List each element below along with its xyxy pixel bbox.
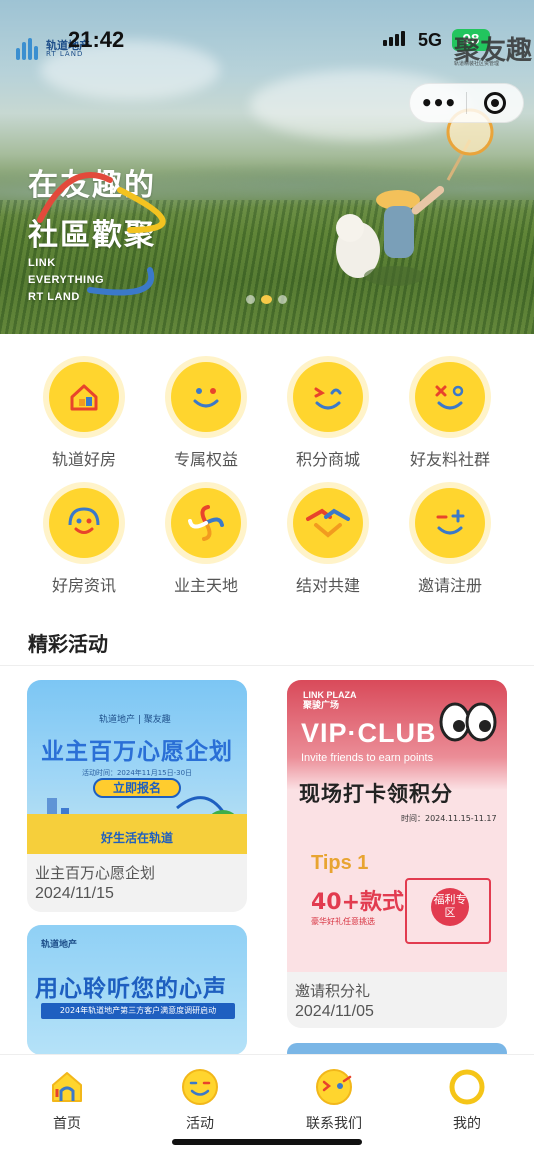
activity-title: 业主百万心愿企划	[35, 864, 156, 882]
signal-icon	[383, 31, 405, 46]
cross-eyes-face-icon	[415, 362, 485, 432]
poster-count: 40+款式	[311, 890, 405, 915]
poster-dates: 活动时间：2024年11月15日-30日	[81, 769, 193, 777]
poster-headline: 业主百万心愿企划	[41, 739, 233, 765]
menu-item-pair-build[interactable]: 结对共建	[261, 488, 395, 596]
home-indicator	[172, 1139, 362, 1145]
menu-item-house-news[interactable]: 好房资讯	[17, 488, 151, 596]
poster-headline: 现场打卡领积分	[299, 782, 453, 806]
activity-poster: 轨道地产 | 聚友趣 业主百万心愿企划 活动时间：2024年11月15日-30日…	[27, 680, 247, 854]
menu-item-label: 结对共建	[295, 576, 360, 595]
brand-mark-icon	[16, 38, 42, 60]
menu-item-invite-register[interactable]: 邀请注册	[383, 488, 517, 596]
contact-face-icon	[314, 1067, 354, 1107]
poster-logo: 轨道地产	[41, 940, 78, 950]
slogan-swirl-decoration	[37, 172, 166, 296]
activity-card[interactable]: 轨道地产 用心聆听您的心声 2024年轨道地产第三方客户满意度调研启动	[27, 925, 247, 1055]
activity-card[interactable]: LINK PLAZA 聚骏广场 VIP·CLUB Invite friends …	[287, 680, 507, 1028]
menu-item-label: 轨道好房	[51, 450, 116, 469]
status-time: 21:42	[68, 27, 125, 52]
poster-tips: Tips 1	[311, 852, 369, 874]
poster-gift-label: 福利专区	[431, 888, 469, 926]
pinwheel-icon	[171, 488, 241, 558]
activity-poster: 轨道地产 用心聆听您的心声 2024年轨道地产第三方客户满意度调研启动	[27, 925, 247, 1055]
tab-label: 首页	[53, 1116, 81, 1132]
poster-brand: LINK PLAZA 聚骏广场	[303, 690, 357, 710]
poster-invite-text: Invite friends to earn points	[301, 752, 434, 764]
menu-item-label: 邀请注册	[417, 576, 482, 595]
tab-label: 活动	[186, 1116, 214, 1132]
poster-vip-title: VIP·CLUB	[301, 718, 437, 748]
handshake-icon	[293, 488, 363, 558]
plus-face-icon	[415, 488, 485, 558]
poster-gift-box: 福利专区	[405, 878, 491, 944]
menu-item-friend-community[interactable]: 好友料社群	[383, 362, 517, 470]
menu-item-label: 专属权益	[173, 450, 238, 469]
tab-contact[interactable]: 联系我们	[267, 1067, 401, 1133]
activity-poster: LINK PLAZA 聚骏广场 VIP·CLUB Invite friends …	[287, 680, 507, 972]
poster-brand-en: LINK PLAZA	[303, 690, 357, 700]
tab-label: 联系我们	[306, 1116, 362, 1132]
tab-home[interactable]: 首页	[0, 1067, 134, 1133]
tab-label: 我的	[453, 1116, 481, 1132]
menu-item-good-house[interactable]: 轨道好房	[17, 362, 151, 470]
more-options-icon[interactable]: •••	[410, 91, 466, 115]
wink-face-icon	[293, 362, 363, 432]
menu-item-points-mall[interactable]: 积分商城	[261, 362, 395, 470]
app-logo-sub: 轨道精装社区贸管理	[454, 61, 500, 67]
section-title: 精彩活动	[28, 632, 108, 656]
carousel-dot-active[interactable]	[261, 295, 272, 304]
smile-face-icon	[171, 362, 241, 432]
poster-banner: 2024年轨道地产第三方客户满意度调研启动	[41, 1003, 235, 1019]
poster-desc: 豪华好礼任意挑选	[311, 917, 375, 926]
status-bar: 轨道地产 RT LAND 21:42 5G 98 聚友趣 轨道精装社区贸管理	[0, 0, 534, 80]
carousel-dots	[246, 295, 287, 304]
carousel-dot[interactable]	[278, 295, 287, 304]
tab-profile[interactable]: 我的	[400, 1067, 534, 1133]
activity-face-icon	[180, 1067, 220, 1107]
poster-brand-cn: 聚骏广场	[303, 700, 340, 710]
menu-item-label: 积分商城	[295, 450, 360, 469]
tab-activity[interactable]: 活动	[133, 1067, 267, 1133]
activity-date: 2024/11/05	[295, 1003, 374, 1020]
menu-item-label: 好房资讯	[51, 576, 116, 595]
poster-time: 时间：2024.11.15-11.17	[401, 814, 497, 823]
profile-ring-icon	[447, 1067, 487, 1107]
activity-date: 2024/11/15	[35, 885, 114, 902]
menu-item-owner-world[interactable]: 业主天地	[139, 488, 273, 596]
activity-title: 邀请积分礼	[295, 982, 371, 1000]
poster-logo: 轨道地产 | 聚友趣	[99, 715, 171, 725]
hero-banner[interactable]: 在友趣的 社區歡聚 LINK EVERYTHING RT LAND 轨道地产 R…	[0, 0, 534, 334]
home-icon	[47, 1067, 87, 1107]
poster-footer: 好生活在轨道	[101, 831, 174, 845]
menu-item-label: 业主天地	[173, 576, 238, 595]
feature-menu: 轨道好房 专属权益 积分商城 好友料社群 好房资讯 业主天地 结对共建 邀请注册	[0, 334, 534, 609]
app-logo: 聚友趣 轨道精装社区贸管理	[454, 30, 532, 67]
miniprogram-capsule: •••	[409, 83, 524, 123]
close-miniprogram-icon[interactable]	[467, 92, 523, 114]
poster-eyes-icon	[439, 702, 497, 742]
menu-item-exclusive-benefits[interactable]: 专属权益	[139, 362, 273, 470]
girl-with-net-illustration	[336, 108, 494, 286]
carousel-dot[interactable]	[246, 295, 255, 304]
headset-face-icon	[49, 488, 119, 558]
activity-card[interactable]: 轨道地产 | 聚友趣 业主百万心愿企划 活动时间：2024年11月15日-30日…	[27, 680, 247, 912]
section-divider	[0, 665, 534, 666]
menu-item-label: 好友料社群	[409, 450, 490, 469]
house-icon	[49, 362, 119, 432]
network-type: 5G	[418, 30, 443, 50]
poster-headline: 用心聆听您的心声	[35, 976, 227, 1002]
